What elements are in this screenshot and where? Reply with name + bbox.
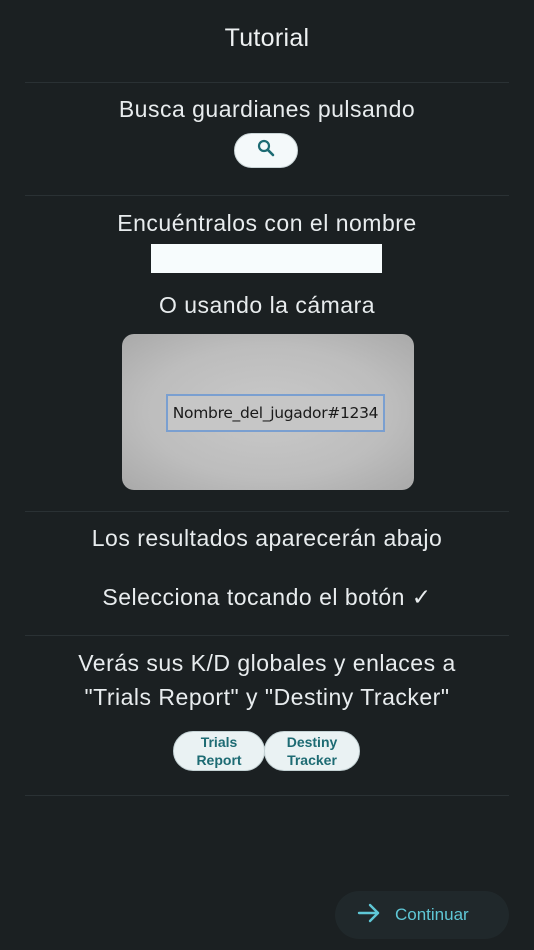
links-step-text-line1: Verás sus K/D globales y enlaces a [78, 650, 456, 676]
trials-report-button[interactable]: Trials Report [173, 731, 265, 771]
divider [25, 795, 509, 796]
links-step-text-line2: "Trials Report" y "Destiny Tracker" [84, 684, 450, 710]
player-name-input[interactable] [151, 244, 382, 273]
name-step-text: Encuéntralos con el nombre [117, 210, 417, 236]
camera-step-text: O usando la cámara [158, 292, 376, 318]
results-step-text: Los resultados aparecerán abajo [91, 525, 443, 551]
page-title: Tutorial [224, 24, 310, 52]
select-step-text: Selecciona tocando el botón ✓ [102, 584, 432, 610]
search-step-text: Busca guardianes pulsando [118, 96, 416, 122]
camera-detected-label: Nombre_del_jugador#1234 [166, 394, 385, 432]
divider [25, 511, 509, 512]
search-icon [257, 139, 275, 162]
continue-button[interactable]: Continuar [335, 891, 509, 939]
divider [25, 635, 509, 636]
search-button[interactable] [234, 133, 298, 168]
camera-example-image: Nombre_del_jugador#1234 [122, 334, 414, 490]
divider [25, 195, 509, 196]
arrow-right-icon [357, 903, 395, 928]
continue-label: Continuar [395, 905, 469, 924]
destiny-tracker-button[interactable]: Destiny Tracker [264, 731, 360, 771]
divider [25, 82, 509, 83]
